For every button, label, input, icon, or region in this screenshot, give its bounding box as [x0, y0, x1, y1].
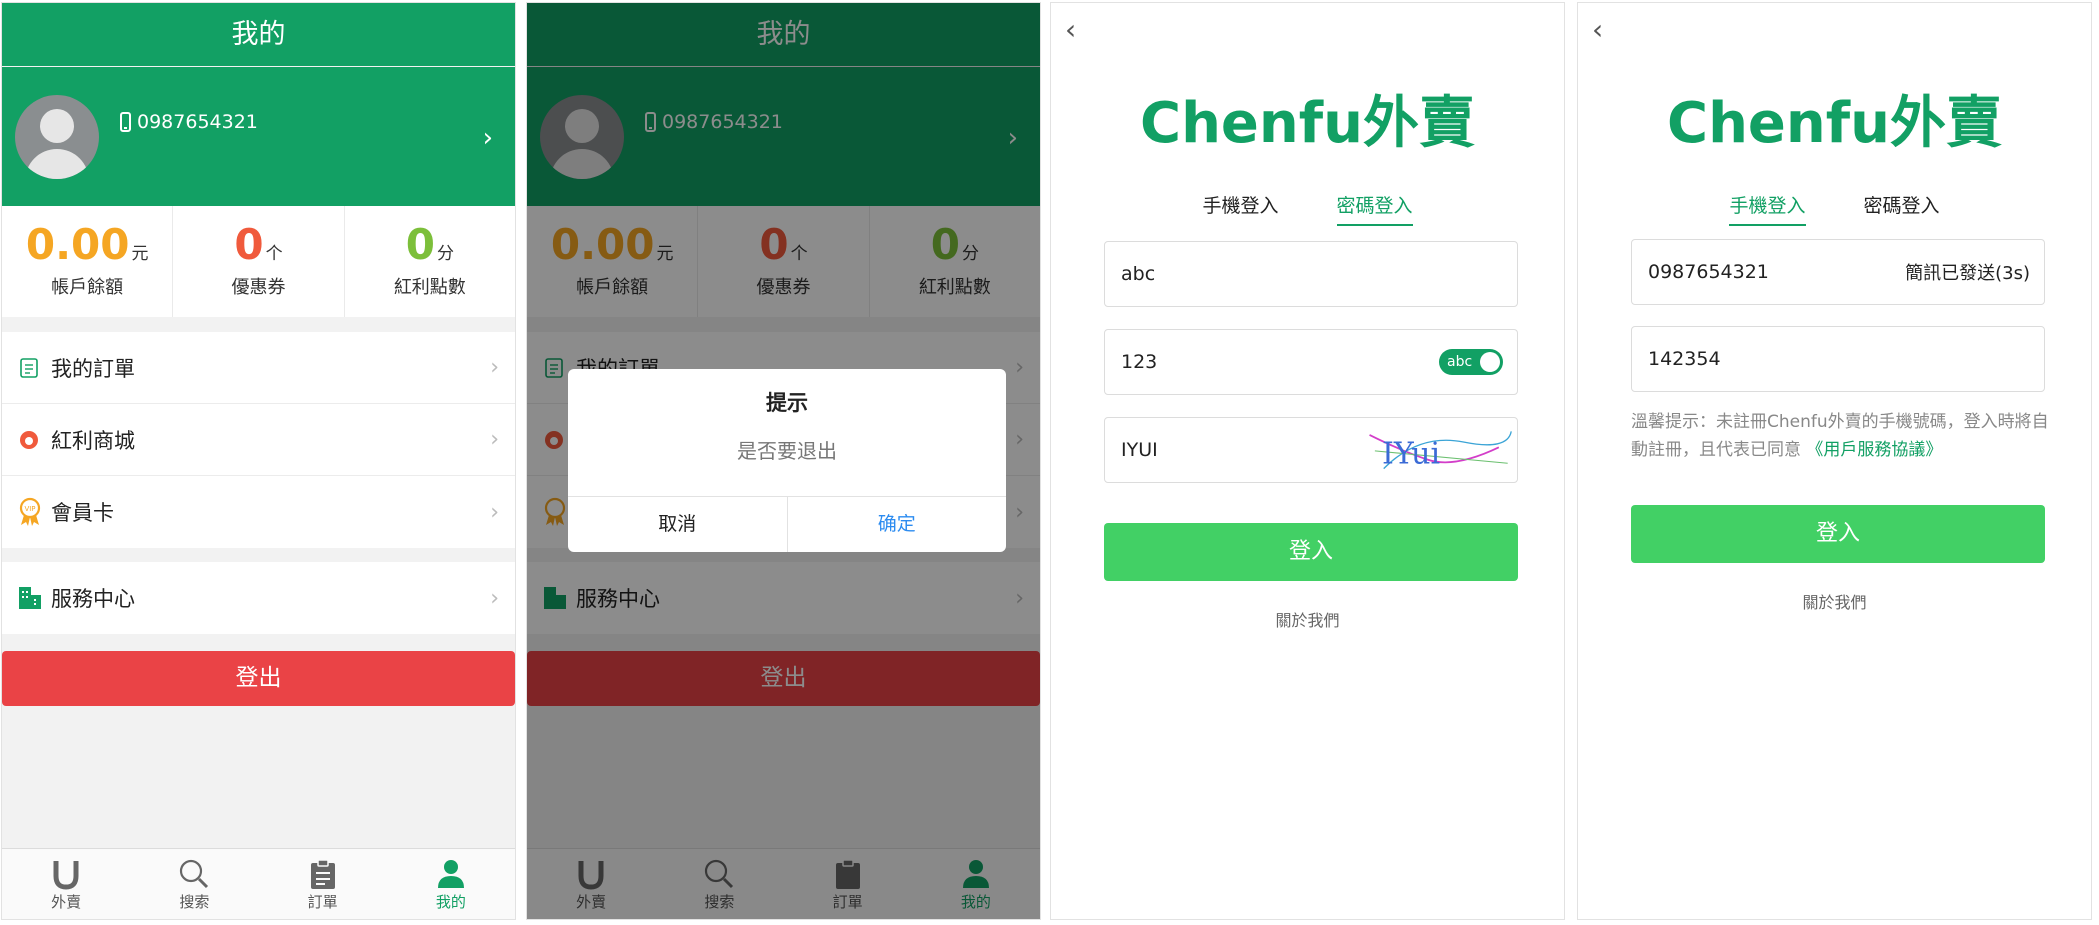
password-field[interactable]: abc — [1104, 329, 1518, 395]
registration-tip: 溫馨提示：未註冊Chenfu外賣的手機號碼，登入時將自動註冊，且代表已同意 《用… — [1631, 408, 2049, 464]
menu-label: 紅利商城 — [51, 428, 135, 453]
cancel-button[interactable]: 取消 — [568, 497, 788, 552]
service-list: 服務中心 › — [2, 562, 515, 634]
menu-item-member-card[interactable]: VIP 會員卡 › — [2, 476, 515, 548]
menu-list: 我的訂單 › 紅利商城 › VIP 會員卡 › — [2, 332, 515, 548]
chevron-right-icon: › — [490, 355, 499, 380]
points-label: 紅利點數 — [393, 277, 466, 298]
sms-send-button[interactable]: 簡訊已發送(3s) — [1905, 259, 2030, 285]
bonus-mall-icon — [17, 428, 41, 452]
chevron-right-icon: › — [490, 499, 499, 525]
login-tabs: 手機登入 密碼登入 — [1578, 191, 2091, 226]
bottom-tabbar: 外賣 搜索 訂單 我的 — [2, 848, 515, 919]
avatar — [15, 95, 99, 179]
tab-password-login[interactable]: 密碼登入 — [1336, 191, 1413, 226]
dialog-message: 是否要退出 — [737, 439, 837, 463]
captcha-input[interactable] — [1119, 438, 1366, 462]
coupon-label: 優惠券 — [231, 277, 286, 298]
account-stats: 0.00 元 帳戶餘額 0个 優惠券 0分 紅利點數 — [2, 206, 515, 317]
vip-badge-icon: VIP — [17, 497, 41, 526]
chevron-right-icon: › — [490, 585, 499, 611]
stat-points[interactable]: 0分 紅利點數 — [345, 206, 515, 317]
logout-button[interactable]: 登出 — [2, 651, 515, 706]
menu-label: 我的訂單 — [51, 356, 135, 381]
svg-text:VIP: VIP — [24, 505, 35, 513]
balance-unit: 元 — [131, 244, 149, 264]
captcha-text: IYui — [1382, 436, 1440, 471]
points-unit: 分 — [436, 244, 454, 264]
brand-logo: Chenfu外賣 — [1139, 91, 1476, 156]
tab-search[interactable]: 搜索 — [130, 849, 258, 919]
phone-field[interactable]: 簡訊已發送(3s) — [1631, 239, 2045, 305]
login-tabs: 手機登入 密碼登入 — [1051, 191, 1564, 226]
phone-row: 0987654321 — [120, 111, 258, 133]
logout-confirm-screen: 我的 0987654321 › 0.00 元 帳戶餘額 0个 優惠券 0分 紅利點… — [526, 2, 1041, 920]
back-arrow-icon[interactable]: ‹ — [1065, 13, 1076, 46]
chevron-right-icon: › — [482, 123, 493, 153]
menu-label: 會員卡 — [51, 501, 114, 525]
captcha-image[interactable]: IYui — [1366, 421, 1513, 479]
password-visibility-toggle[interactable]: abc — [1439, 349, 1503, 375]
login-button[interactable]: 登入 — [1104, 523, 1518, 581]
phone-icon — [120, 112, 131, 132]
page-title: 我的 — [2, 3, 515, 66]
coupon-unit: 个 — [265, 244, 283, 264]
profile-screen: 我的 0987654321 › 0.00 元 帳戶餘額 0个 優惠券 0分 紅利點… — [1, 2, 516, 920]
username-field[interactable] — [1104, 241, 1518, 307]
stat-balance[interactable]: 0.00 元 帳戶餘額 — [2, 206, 174, 317]
tab-mine[interactable]: 我的 — [387, 849, 515, 919]
points-value: 0 — [405, 220, 435, 269]
username-input[interactable] — [1119, 262, 1503, 286]
tab-label: 我的 — [435, 893, 466, 911]
building-icon — [17, 586, 41, 610]
about-us-link[interactable]: 關於我們 — [1051, 607, 1564, 631]
user-icon — [387, 857, 515, 891]
tab-orders[interactable]: 訂單 — [259, 849, 387, 919]
code-input[interactable] — [1646, 347, 2030, 371]
clipboard-icon — [259, 857, 387, 891]
chevron-right-icon: › — [490, 427, 499, 452]
dialog-title: 提示 — [766, 391, 808, 415]
menu-item-orders[interactable]: 我的訂單 › — [2, 332, 515, 404]
tab-label: 搜索 — [179, 893, 210, 911]
password-login-screen: ‹ Chenfu外賣 手機登入 密碼登入 abc IYui 登入 關於我們 — [1050, 2, 1565, 920]
tab-label: 訂單 — [307, 893, 338, 911]
stat-coupons[interactable]: 0个 優惠券 — [173, 206, 345, 317]
coupon-value: 0 — [234, 220, 264, 269]
confirm-button[interactable]: 确定 — [788, 497, 1007, 552]
tab-password-login[interactable]: 密碼登入 — [1864, 191, 1940, 226]
back-arrow-icon[interactable]: ‹ — [1592, 13, 1603, 46]
menu-label: 服務中心 — [51, 587, 135, 611]
login-button[interactable]: 登入 — [1631, 505, 2045, 563]
code-field[interactable] — [1631, 326, 2045, 392]
logout-dialog: 提示 是否要退出 取消 确定 — [568, 369, 1006, 552]
phone-number: 0987654321 — [137, 111, 258, 133]
balance-value: 0.00 — [25, 220, 130, 269]
service-agreement-link[interactable]: 《用戶服務協議》 — [1806, 440, 1942, 460]
balance-label: 帳戶餘額 — [51, 277, 124, 298]
phone-login-screen: ‹ Chenfu外賣 手機登入 密碼登入 簡訊已發送(3s) 溫馨提示：未註冊C… — [1577, 2, 2092, 920]
menu-item-bonus-mall[interactable]: 紅利商城 › — [2, 404, 515, 476]
phone-input[interactable] — [1646, 260, 1906, 284]
about-us-link[interactable]: 關於我們 — [1578, 589, 2091, 613]
tab-takeout[interactable]: 外賣 — [2, 849, 130, 919]
password-input[interactable] — [1119, 350, 1439, 374]
tab-phone-login[interactable]: 手機登入 — [1202, 191, 1278, 226]
profile-header[interactable]: 0987654321 › — [2, 67, 515, 206]
menu-item-service-center[interactable]: 服務中心 › — [2, 562, 515, 634]
tab-phone-login[interactable]: 手機登入 — [1729, 191, 1806, 226]
tab-label: 外賣 — [51, 893, 82, 911]
takeout-icon — [2, 857, 130, 891]
captcha-field[interactable]: IYui — [1104, 417, 1518, 483]
order-list-icon — [17, 356, 41, 380]
brand-logo: Chenfu外賣 — [1666, 91, 2003, 156]
toggle-label: abc — [1447, 354, 1473, 370]
search-icon — [130, 857, 258, 891]
